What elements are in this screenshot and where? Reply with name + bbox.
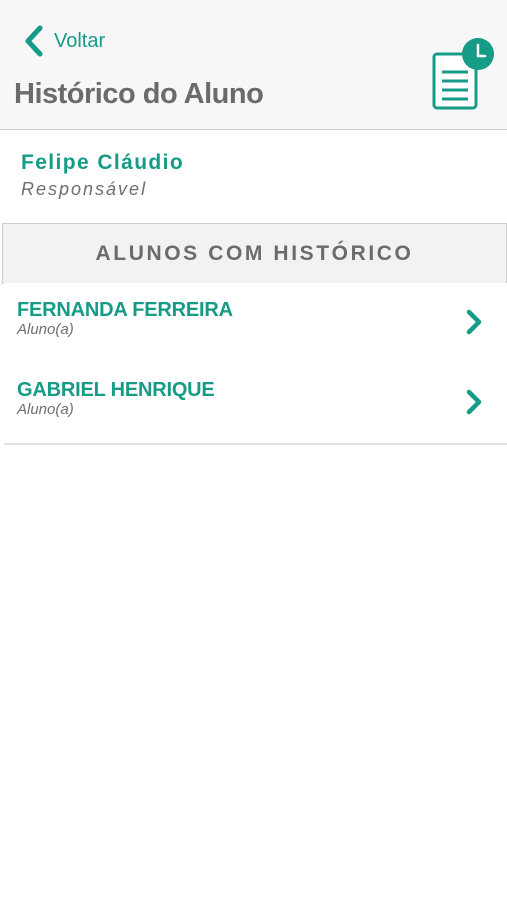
guardian-info: Felipe Cláudio Responsável [0, 130, 507, 223]
section-title: ALUNOS COM HISTÓRICO [95, 241, 414, 265]
student-role: Aluno(a) [17, 401, 74, 418]
student-row-fernanda[interactable]: FERNANDA FERREIRA Aluno(a) [4, 283, 507, 365]
back-label: Voltar [54, 29, 106, 52]
section-header: ALUNOS COM HISTÓRICO [2, 223, 507, 284]
student-role: Aluno(a) [17, 321, 74, 338]
screen: Voltar Histórico do Aluno Felipe Cláudio… [0, 0, 507, 900]
document-clock-icon[interactable] [428, 38, 496, 112]
chevron-right-icon [466, 309, 482, 335]
guardian-role: Responsável [21, 179, 148, 199]
chevron-left-icon [25, 25, 43, 57]
student-row-gabriel[interactable]: GABRIEL HENRIQUE Aluno(a) [4, 363, 507, 445]
back-button[interactable]: Voltar [24, 22, 105, 60]
chevron-right-icon [466, 389, 482, 415]
student-name: GABRIEL HENRIQUE [17, 379, 215, 401]
header-bar: Voltar Histórico do Aluno [0, 0, 507, 130]
guardian-name: Felipe Cláudio [21, 151, 185, 174]
student-name: FERNANDA FERREIRA [17, 299, 233, 321]
page-title: Histórico do Aluno [14, 78, 264, 110]
